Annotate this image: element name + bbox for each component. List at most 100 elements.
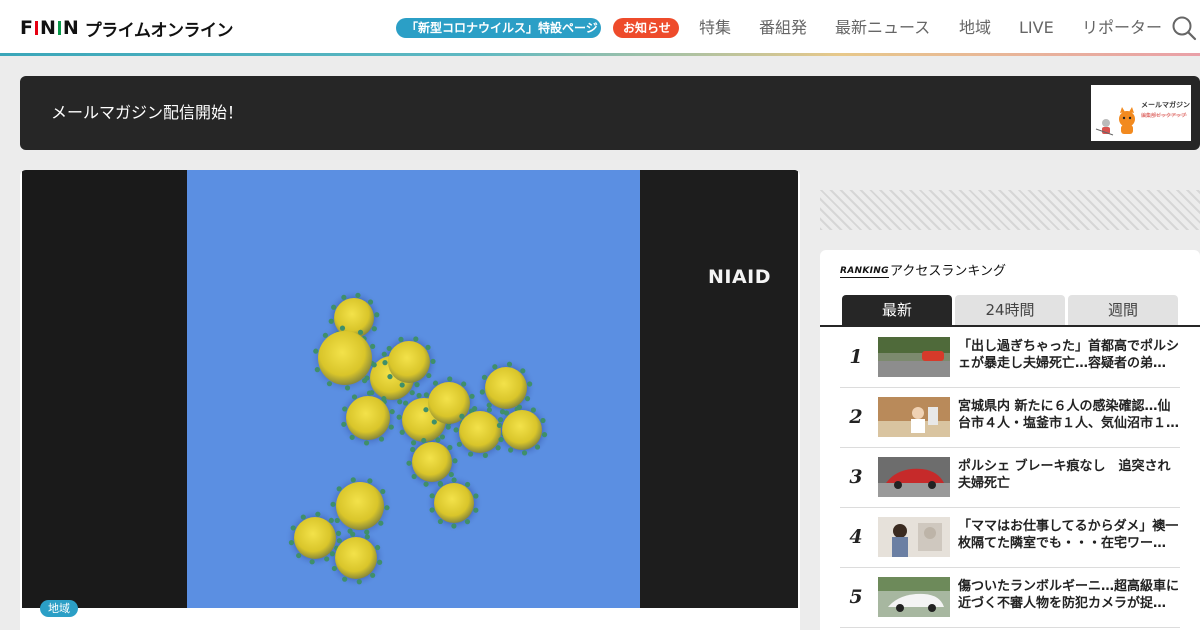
virus-spike — [456, 441, 463, 447]
virus-spike — [362, 378, 368, 384]
nav-reporters[interactable]: リポーター — [1082, 17, 1162, 39]
virus-spike — [486, 407, 493, 413]
virus-spike — [344, 385, 351, 391]
virus-particle — [502, 410, 542, 450]
virus-spike — [410, 446, 416, 453]
rank-number: 1 — [849, 346, 863, 368]
virus-spike — [386, 345, 392, 352]
category-badge[interactable]: 地域 — [40, 600, 78, 617]
virus-spike — [324, 556, 330, 562]
ranking-item-1[interactable]: 1 「出し過ぎちゃった」首都高でポルシェが暴走し夫婦死亡…容疑者の弟… — [840, 328, 1180, 388]
notice-link[interactable]: お知らせ — [613, 18, 679, 38]
virus-spike — [423, 481, 429, 487]
virus-spike — [437, 518, 443, 525]
virus-spike — [350, 531, 356, 537]
virus-particle — [459, 411, 501, 453]
virus-spike — [481, 374, 488, 380]
virus-spike — [328, 318, 334, 324]
virus-spike — [524, 396, 531, 402]
tabs-underline — [820, 325, 1200, 327]
featured-article-card[interactable]: NIAID 地域 — [20, 170, 800, 630]
virus-spike — [506, 361, 513, 367]
virus-spike — [431, 419, 437, 425]
logo-letter-n1: N — [39, 17, 56, 39]
virus-particle — [318, 331, 372, 385]
virus-spike — [464, 519, 471, 525]
rank-number: 5 — [849, 586, 863, 608]
virus-spike — [413, 336, 419, 342]
nav-latest-news[interactable]: 最新ニュース — [835, 17, 930, 39]
nav-live[interactable]: LIVE — [1019, 17, 1054, 39]
virus-spike — [439, 434, 446, 440]
virus-spike — [451, 523, 457, 529]
virus-spike — [378, 520, 384, 526]
virus-spike — [448, 471, 454, 478]
virus-spike — [416, 392, 422, 399]
virus-spike — [445, 424, 451, 430]
virus-spike — [336, 486, 342, 492]
site-logo[interactable]: F N N プライムオンライン — [20, 17, 234, 41]
ranking-thumbnail-2 — [878, 397, 950, 437]
ranking-item-3[interactable]: 3 ポルシェ ブレーキ痕なし 追突され夫婦死亡 — [840, 448, 1180, 508]
virus-spike — [330, 501, 336, 507]
virus-spike — [382, 360, 388, 366]
ranking-item-title: 「ママはお仕事してるからダメ」襖一枚隔てた隣室でも・・・在宅ワー… — [958, 519, 1179, 551]
banner-thumbnail-sub: 編集部ピックアップ — [1141, 113, 1187, 119]
virus-spike — [473, 507, 479, 513]
virus-spike — [357, 329, 364, 335]
virus-particle — [388, 341, 430, 383]
virus-spike — [342, 576, 348, 582]
virus-spike — [473, 493, 479, 499]
virus-spike — [371, 362, 377, 368]
virus-spike — [356, 579, 362, 585]
ranking-item-title: 傷ついたランボルギーニ…超高級車に近づく不審人物を防犯カメラが捉… — [958, 579, 1180, 611]
nav-programs[interactable]: 番組発 — [759, 17, 807, 39]
virus-spike — [363, 440, 370, 446]
virus-particle — [434, 483, 474, 523]
ranking-item-2[interactable]: 2 宮城県内 新たに６人の感染確認…仙台市４人・塩釜市１人、気仙沼市１… — [840, 388, 1180, 448]
ranking-item-4[interactable]: 4 「ママはお仕事してるからダメ」襖一枚隔てた隣室でも・・・在宅ワー… — [840, 508, 1180, 568]
nav-features[interactable]: 特集 — [699, 17, 731, 39]
virus-particle — [412, 442, 452, 482]
virus-spike — [516, 404, 523, 410]
virus-spike — [492, 364, 498, 370]
banner-thumbnail: メールマガジン 編集部ピックアップ — [1091, 85, 1191, 141]
virus-spike — [495, 445, 501, 451]
virus-spike — [503, 410, 510, 416]
virus-spike — [482, 452, 488, 458]
virus-spike — [402, 400, 409, 406]
virus-spike — [497, 417, 504, 423]
virus-spike — [465, 481, 471, 488]
search-icon[interactable] — [1171, 15, 1197, 41]
virus-spike — [398, 336, 404, 342]
virus-spike — [313, 348, 319, 354]
virus-spike — [447, 444, 453, 451]
virus-spike — [430, 358, 436, 364]
virus-spike — [351, 394, 358, 400]
virus-spike — [429, 507, 435, 513]
virus-spike — [349, 434, 355, 440]
logo-letter-f: F — [20, 17, 33, 39]
header-gradient-bar — [0, 53, 1200, 56]
newsletter-banner[interactable]: メールマガジン配信開始！ メールマガジン 編集部ピックアップ — [20, 76, 1200, 150]
virus-spike — [423, 407, 429, 413]
article-image[interactable]: NIAID — [22, 170, 798, 608]
virus-spike — [411, 473, 417, 480]
virus-spike — [409, 390, 415, 396]
nav-regions[interactable]: 地域 — [959, 17, 991, 39]
virus-spike — [452, 458, 458, 464]
ranking-item-5[interactable]: 5 傷ついたランボルギーニ…超高級車に近づく不審人物を防犯カメラが捉… — [840, 568, 1180, 628]
ranking-thumbnail-4 — [878, 517, 950, 557]
corona-special-page-link[interactable]: 「新型コロナウイルス」特設ページ — [396, 18, 601, 38]
virus-spike — [342, 406, 348, 412]
ranking-item-title: 「出し過ぎちゃった」首都高でポルシェが暴走し夫婦死亡…容疑者の弟… — [958, 339, 1180, 371]
virus-spike — [508, 447, 514, 453]
virus-spike — [414, 382, 420, 388]
tab-latest[interactable]: 最新 — [842, 295, 952, 325]
virus-spike — [355, 292, 361, 298]
virus-spike — [370, 572, 376, 578]
logo-wordmark: プライムオンライン — [84, 20, 234, 41]
tab-weekly[interactable]: 週間 — [1068, 295, 1178, 325]
tab-24-hours[interactable]: 24時間 — [955, 295, 1065, 325]
virus-spike — [381, 396, 387, 402]
